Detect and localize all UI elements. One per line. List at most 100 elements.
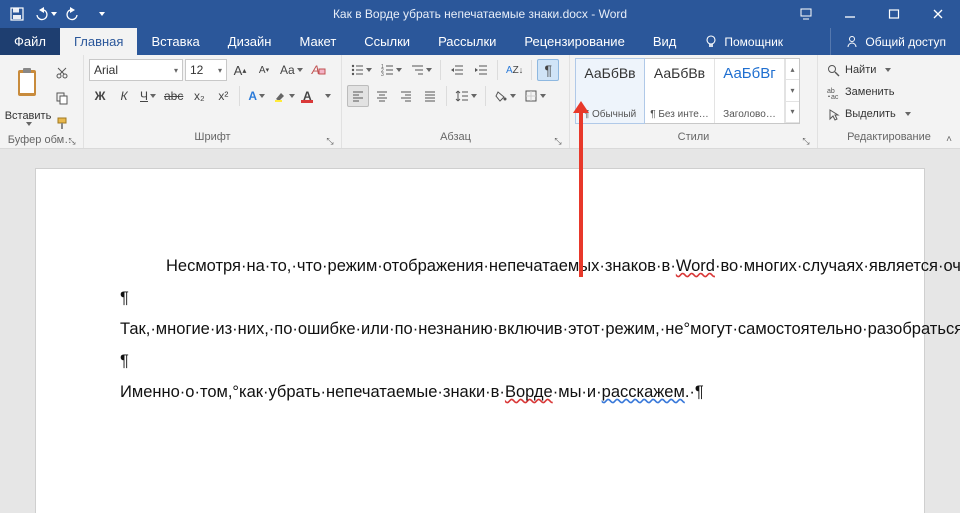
group-label-paragraph: Абзац⤡ [347,131,564,148]
list-numbers-icon: 123 [380,63,394,77]
ribbon: Вставить Буфер обм…⤡ Arial▾ 12▾ A▴ A▾ Aa… [0,55,960,149]
dialog-launcher-icon[interactable]: ⤡ [324,135,336,147]
tab-design[interactable]: Дизайн [214,28,286,55]
empty-paragraph[interactable]: ¶ [120,352,840,371]
page[interactable]: Несмотря·на·то,·что·режим·отображения·не… [36,169,924,513]
subscript-button[interactable]: x₂ [188,85,210,107]
font-name-combo[interactable]: Arial▾ [89,59,183,81]
dialog-launcher-icon[interactable]: ⤡ [66,135,78,147]
find-button[interactable]: Найти [823,60,915,80]
indent-icon [474,63,488,77]
paste-button[interactable]: Вставить [5,58,51,128]
bullets-button[interactable] [347,59,375,81]
tab-view[interactable]: Вид [639,28,691,55]
shrink-font-button[interactable]: A▾ [253,59,275,81]
grammar-error[interactable]: расскажем [602,383,685,401]
tab-references[interactable]: Ссылки [350,28,424,55]
font-color-button[interactable]: A [300,85,334,107]
tell-me[interactable]: Помощник [690,28,797,55]
replace-button[interactable]: abacЗаменить [823,82,915,102]
styles-scroll[interactable]: ▴▾▾ [785,59,799,123]
change-case-button[interactable]: Aa [277,59,306,81]
strikethrough-button[interactable]: abc [161,85,186,107]
cut-button[interactable] [51,62,73,84]
line-spacing-button[interactable] [452,85,480,107]
tab-layout[interactable]: Макет [285,28,350,55]
line-spacing-icon [455,89,469,103]
numbering-button[interactable]: 123 [377,59,405,81]
style-heading1[interactable]: АаБбВгЗаголово… [715,59,785,123]
superscript-button[interactable]: x² [212,85,234,107]
save-icon[interactable] [4,2,30,26]
search-icon [827,64,840,77]
align-right-icon [399,89,413,103]
text-effects-button[interactable]: A [245,85,268,107]
format-painter-button[interactable] [51,112,73,134]
tab-review[interactable]: Рецензирование [510,28,638,55]
styles-gallery[interactable]: АаБбВв¶ Обычный АаБбВв¶ Без инте… АаБбВг… [575,58,800,124]
increase-indent-button[interactable] [470,59,492,81]
collapse-ribbon-icon[interactable]: ˄ [942,132,956,146]
style-normal[interactable]: АаБбВв¶ Обычный [575,58,645,124]
group-font: Arial▾ 12▾ A▴ A▾ Aa A Ж К Ч abc x₂ x² A … [84,55,342,148]
redo-icon[interactable] [60,2,86,26]
tab-insert[interactable]: Вставка [137,28,213,55]
spelling-error[interactable]: Word [676,257,715,275]
eraser-icon [318,65,326,75]
undo-icon[interactable] [32,2,58,26]
empty-paragraph[interactable]: ¶ [120,289,840,308]
justify-button[interactable] [419,85,441,107]
group-label-styles: Стили⤡ [575,131,812,148]
bucket-icon [494,89,508,103]
paragraph[interactable]: Несмотря·на·то,·что·режим·отображения·не… [120,255,840,279]
style-no-spacing[interactable]: АаБбВв¶ Без инте… [645,59,715,123]
qat-customize-icon[interactable] [88,2,114,26]
replace-icon: abac [827,86,840,99]
copy-button[interactable] [51,87,73,109]
sort-button[interactable]: AZ↓ [503,59,526,81]
align-left-icon [351,89,365,103]
title-bar: Как в Ворде убрать непечатаемые знаки.do… [0,0,960,28]
lightbulb-icon [704,35,718,49]
dialog-launcher-icon[interactable]: ⤡ [800,135,812,147]
decrease-indent-button[interactable] [446,59,468,81]
bold-button[interactable]: Ж [89,85,111,107]
justify-icon [423,89,437,103]
align-left-button[interactable] [347,85,369,107]
paragraph[interactable]: Именно·о·том,°как·убрать·непечатаемые·зн… [120,381,840,405]
italic-button[interactable]: К [113,85,135,107]
shading-button[interactable] [491,85,519,107]
ribbon-options-icon[interactable] [784,0,828,28]
group-styles: АаБбВв¶ Обычный АаБбВв¶ Без инте… АаБбВг… [570,55,818,148]
tell-me-label: Помощник [724,35,783,49]
scissors-icon [55,66,69,80]
font-size-combo[interactable]: 12▾ [185,59,227,81]
borders-icon [524,89,538,103]
highlight-button[interactable] [270,85,298,107]
paragraph[interactable]: Так,·многие·из·них,·по·ошибке·или·по·нез… [120,318,840,342]
group-label-clipboard: Буфер обм…⤡ [5,134,78,148]
group-paragraph: 123 AZ↓ ¶ Абзац⤡ [342,55,570,148]
dialog-launcher-icon[interactable]: ⤡ [552,135,564,147]
minimize-icon[interactable] [828,0,872,28]
grow-font-button[interactable]: A▴ [229,59,251,81]
tab-home[interactable]: Главная [60,28,137,55]
close-icon[interactable] [916,0,960,28]
group-label-editing: Редактирование [823,131,955,148]
document-title: Как в Ворде убрать непечатаемые знаки.do… [333,7,627,21]
clear-formatting-button[interactable]: A [308,59,330,81]
underline-button[interactable]: Ч [137,85,159,107]
group-editing: Найти abacЗаменить Выделить Редактирован… [818,55,960,148]
tab-file[interactable]: Файл [0,28,60,55]
share-button[interactable]: Общий доступ [830,28,960,55]
show-hide-marks-button[interactable]: ¶ [537,59,559,81]
select-button[interactable]: Выделить [823,104,915,124]
spelling-error[interactable]: Ворде [505,383,553,401]
borders-button[interactable] [521,85,549,107]
maximize-icon[interactable] [872,0,916,28]
multilevel-list-button[interactable] [407,59,435,81]
align-center-button[interactable] [371,85,393,107]
tab-mailings[interactable]: Рассылки [424,28,510,55]
share-icon [845,35,859,49]
align-right-button[interactable] [395,85,417,107]
